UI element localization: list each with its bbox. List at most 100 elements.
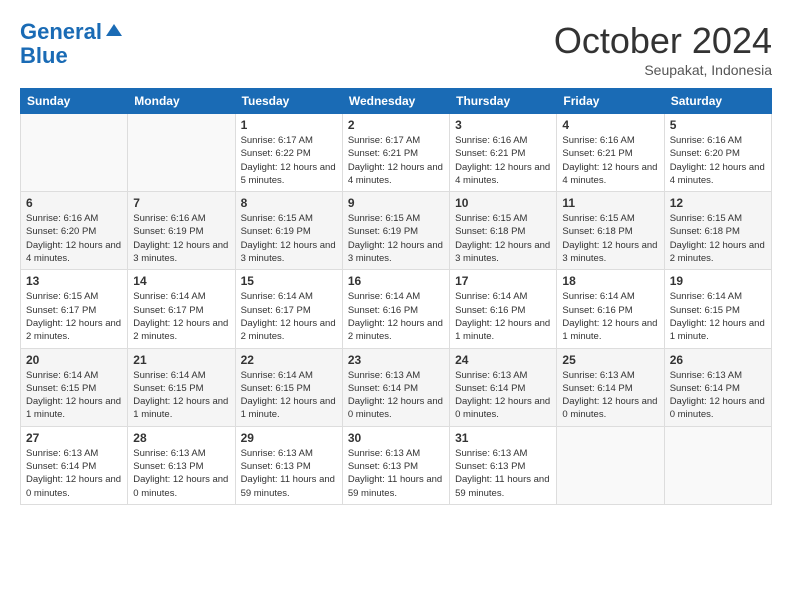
calendar-cell: 1 Sunrise: 6:17 AMSunset: 6:22 PMDaylight… (235, 114, 342, 192)
day-number: 9 (348, 196, 444, 210)
calendar-table: SundayMondayTuesdayWednesdayThursdayFrid… (20, 88, 772, 505)
calendar-cell: 28Sunrise: 6:13 AMSunset: 6:13 PMDayligh… (128, 426, 235, 504)
day-info: Sunrise: 6:13 AMSunset: 6:14 PMDaylight:… (26, 447, 122, 500)
day-number: 19 (670, 274, 766, 288)
day-info: Sunrise: 6:13 AMSunset: 6:13 PMDaylight:… (133, 447, 229, 500)
day-info: Sunrise: 6:14 AMSunset: 6:15 PMDaylight:… (133, 369, 229, 422)
day-info: Sunrise: 6:13 AMSunset: 6:14 PMDaylight:… (348, 369, 444, 422)
calendar-cell: 10Sunrise: 6:15 AMSunset: 6:18 PMDayligh… (450, 192, 557, 270)
calendar-cell: 18Sunrise: 6:14 AMSunset: 6:16 PMDayligh… (557, 270, 664, 348)
day-info: Sunrise: 6:16 AMSunset: 6:19 PMDaylight:… (133, 212, 229, 265)
day-number: 1 (241, 118, 337, 132)
weekday-header-wednesday: Wednesday (342, 89, 449, 114)
day-number: 26 (670, 353, 766, 367)
calendar-cell: 15Sunrise: 6:14 AMSunset: 6:17 PMDayligh… (235, 270, 342, 348)
weekday-header-monday: Monday (128, 89, 235, 114)
day-info: Sunrise: 6:13 AMSunset: 6:13 PMDaylight:… (455, 447, 551, 500)
day-info: Sunrise: 6:15 AMSunset: 6:18 PMDaylight:… (562, 212, 658, 265)
calendar-cell: 24Sunrise: 6:13 AMSunset: 6:14 PMDayligh… (450, 348, 557, 426)
calendar-cell: 11 Sunrise: 6:15 AMSunset: 6:18 PMDayligh… (557, 192, 664, 270)
day-number: 22 (241, 353, 337, 367)
day-info: Sunrise: 6:13 AMSunset: 6:14 PMDaylight:… (562, 369, 658, 422)
weekday-header-sunday: Sunday (21, 89, 128, 114)
day-number: 3 (455, 118, 551, 132)
calendar-cell: 17 Sunrise: 6:14 AMSunset: 6:16 PMDayligh… (450, 270, 557, 348)
weekday-header-row: SundayMondayTuesdayWednesdayThursdayFrid… (21, 89, 772, 114)
day-info: Sunrise: 6:17 AMSunset: 6:22 PMDaylight:… (241, 134, 337, 187)
weekday-header-friday: Friday (557, 89, 664, 114)
week-row-3: 13Sunrise: 6:15 AMSunset: 6:17 PMDayligh… (21, 270, 772, 348)
day-info: Sunrise: 6:14 AMSunset: 6:15 PMDaylight:… (26, 369, 122, 422)
calendar-cell: 16 Sunrise: 6:14 AMSunset: 6:16 PMDayligh… (342, 270, 449, 348)
calendar-cell (128, 114, 235, 192)
week-row-5: 27Sunrise: 6:13 AMSunset: 6:14 PMDayligh… (21, 426, 772, 504)
day-number: 11 (562, 196, 658, 210)
day-info: Sunrise: 6:14 AMSunset: 6:16 PMDaylight:… (455, 290, 551, 343)
calendar-cell: 6Sunrise: 6:16 AMSunset: 6:20 PMDaylight… (21, 192, 128, 270)
day-number: 5 (670, 118, 766, 132)
day-number: 6 (26, 196, 122, 210)
day-info: Sunrise: 6:13 AMSunset: 6:13 PMDaylight:… (348, 447, 444, 500)
calendar-cell: 13Sunrise: 6:15 AMSunset: 6:17 PMDayligh… (21, 270, 128, 348)
title-block: October 2024 Seupakat, Indonesia (554, 20, 772, 78)
day-number: 21 (133, 353, 229, 367)
calendar-cell: 21 Sunrise: 6:14 AMSunset: 6:15 PMDayligh… (128, 348, 235, 426)
week-row-1: 1 Sunrise: 6:17 AMSunset: 6:22 PMDaylight… (21, 114, 772, 192)
calendar-cell: 31 Sunrise: 6:13 AMSunset: 6:13 PMDayligh… (450, 426, 557, 504)
calendar-cell: 19 Sunrise: 6:14 AMSunset: 6:15 PMDayligh… (664, 270, 771, 348)
calendar-cell (557, 426, 664, 504)
day-number: 2 (348, 118, 444, 132)
calendar-cell: 3 Sunrise: 6:16 AMSunset: 6:21 PMDaylight… (450, 114, 557, 192)
logo-text: General (20, 20, 102, 44)
day-number: 29 (241, 431, 337, 445)
week-row-2: 6Sunrise: 6:16 AMSunset: 6:20 PMDaylight… (21, 192, 772, 270)
day-info: Sunrise: 6:14 AMSunset: 6:16 PMDaylight:… (348, 290, 444, 343)
day-number: 15 (241, 274, 337, 288)
day-info: Sunrise: 6:14 AMSunset: 6:15 PMDaylight:… (670, 290, 766, 343)
day-number: 25 (562, 353, 658, 367)
day-info: Sunrise: 6:13 AMSunset: 6:13 PMDaylight:… (241, 447, 337, 500)
day-info: Sunrise: 6:16 AMSunset: 6:21 PMDaylight:… (455, 134, 551, 187)
calendar-cell: 26 Sunrise: 6:13 AMSunset: 6:14 PMDayligh… (664, 348, 771, 426)
calendar-cell (21, 114, 128, 192)
logo: General Blue (20, 20, 124, 68)
calendar-cell: 29 Sunrise: 6:13 AMSunset: 6:13 PMDayligh… (235, 426, 342, 504)
logo-icon (104, 20, 124, 40)
day-number: 12 (670, 196, 766, 210)
calendar-cell: 27Sunrise: 6:13 AMSunset: 6:14 PMDayligh… (21, 426, 128, 504)
day-info: Sunrise: 6:14 AMSunset: 6:15 PMDaylight:… (241, 369, 337, 422)
calendar-cell: 5 Sunrise: 6:16 AMSunset: 6:20 PMDaylight… (664, 114, 771, 192)
day-number: 10 (455, 196, 551, 210)
day-number: 18 (562, 274, 658, 288)
day-info: Sunrise: 6:14 AMSunset: 6:17 PMDaylight:… (133, 290, 229, 343)
day-number: 13 (26, 274, 122, 288)
day-info: Sunrise: 6:15 AMSunset: 6:18 PMDaylight:… (670, 212, 766, 265)
day-number: 16 (348, 274, 444, 288)
day-number: 4 (562, 118, 658, 132)
page-header: General Blue October 2024 Seupakat, Indo… (20, 20, 772, 78)
day-info: Sunrise: 6:17 AMSunset: 6:21 PMDaylight:… (348, 134, 444, 187)
day-number: 31 (455, 431, 551, 445)
day-info: Sunrise: 6:16 AMSunset: 6:20 PMDaylight:… (670, 134, 766, 187)
day-number: 23 (348, 353, 444, 367)
day-number: 24 (455, 353, 551, 367)
calendar-cell: 2 Sunrise: 6:17 AMSunset: 6:21 PMDaylight… (342, 114, 449, 192)
weekday-header-tuesday: Tuesday (235, 89, 342, 114)
day-info: Sunrise: 6:15 AMSunset: 6:19 PMDaylight:… (241, 212, 337, 265)
week-row-4: 20 Sunrise: 6:14 AMSunset: 6:15 PMDayligh… (21, 348, 772, 426)
day-number: 8 (241, 196, 337, 210)
calendar-body: 1 Sunrise: 6:17 AMSunset: 6:22 PMDaylight… (21, 114, 772, 505)
day-info: Sunrise: 6:13 AMSunset: 6:14 PMDaylight:… (670, 369, 766, 422)
calendar-cell (664, 426, 771, 504)
weekday-header-thursday: Thursday (450, 89, 557, 114)
day-number: 20 (26, 353, 122, 367)
day-info: Sunrise: 6:15 AMSunset: 6:19 PMDaylight:… (348, 212, 444, 265)
calendar-cell: 8 Sunrise: 6:15 AMSunset: 6:19 PMDaylight… (235, 192, 342, 270)
calendar-cell: 12 Sunrise: 6:15 AMSunset: 6:18 PMDayligh… (664, 192, 771, 270)
day-number: 7 (133, 196, 229, 210)
calendar-cell: 14Sunrise: 6:14 AMSunset: 6:17 PMDayligh… (128, 270, 235, 348)
calendar-cell: 20 Sunrise: 6:14 AMSunset: 6:15 PMDayligh… (21, 348, 128, 426)
calendar-cell: 25 Sunrise: 6:13 AMSunset: 6:14 PMDayligh… (557, 348, 664, 426)
day-number: 17 (455, 274, 551, 288)
calendar-cell: 9 Sunrise: 6:15 AMSunset: 6:19 PMDaylight… (342, 192, 449, 270)
